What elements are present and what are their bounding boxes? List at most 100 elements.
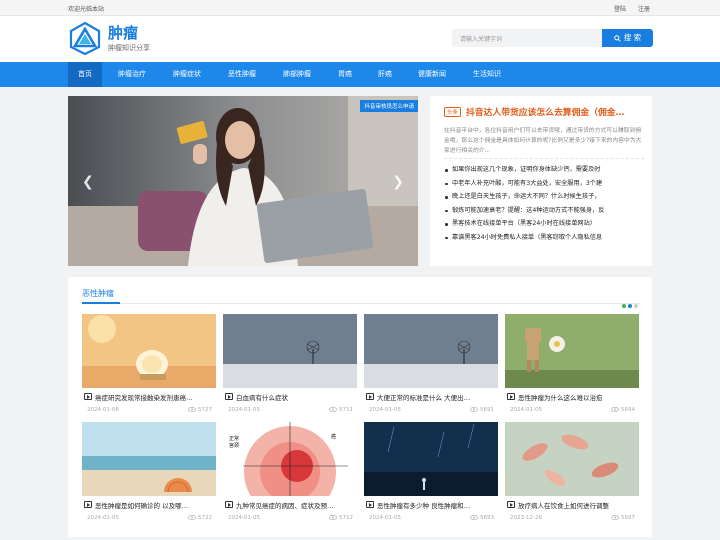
card-views: 5697	[611, 514, 635, 521]
card-title[interactable]: 癌症研究发现常接触染发剂患癌…	[82, 392, 216, 402]
search-button-label: 搜 索	[623, 33, 642, 42]
headline-panel: 头条 抖音达人带货应该怎么去算佣金（佣金… 在抖音平台中，各位抖音用户们可以去带…	[430, 96, 652, 266]
card-title[interactable]: 恶性肿瘤是如何确诊的 以及哪…	[82, 500, 216, 510]
logo-icon[interactable]	[68, 21, 102, 55]
card-date: 2024-01-05	[369, 407, 401, 413]
card-title[interactable]: 恶性肿瘤为什么这么难以治愈	[505, 392, 639, 402]
card-thumbnail	[82, 314, 216, 388]
headline-divider	[444, 158, 644, 159]
nav-item-life[interactable]: 生活知识	[465, 62, 509, 87]
eye-icon	[470, 514, 478, 521]
site-subtitle: 肿瘤知识分享	[108, 44, 150, 52]
card-date: 2024-01-05	[510, 407, 542, 413]
headline-badge: 头条	[444, 107, 462, 117]
hero-slider[interactable]: 抖音审核员怎么申请 ❮ ❯	[68, 96, 418, 266]
card-date: 2024-01-05	[228, 407, 260, 413]
card-views: 5712	[329, 514, 353, 521]
card-views-count: 5691	[480, 407, 494, 413]
card-views-count: 5722	[198, 515, 212, 521]
nav-item-home[interactable]: 首页	[68, 62, 102, 87]
nav-item-treatment[interactable]: 肿瘤治疗	[110, 62, 154, 87]
card-views: 5691	[470, 406, 494, 413]
card-views-count: 5693	[480, 515, 494, 521]
card-date: 2023-12-26	[510, 515, 542, 521]
eye-icon	[188, 406, 196, 413]
article-card[interactable]: 恶性肿瘤有多少种 良性肿瘤和… 2024-01-05 5693	[364, 422, 498, 522]
headline-description: 在抖音平台中，各位抖音用户们可以去带货哦，通过带货的方式可以赚取到佣金哦，那么这…	[444, 128, 642, 154]
nav-item-liver[interactable]: 肝癌	[371, 62, 399, 87]
slider-next-icon[interactable]: ❯	[392, 174, 404, 190]
card-views: 5722	[188, 514, 212, 521]
nav-item-stomach[interactable]: 胃癌	[330, 62, 360, 87]
article-card[interactable]: 大便正常的标准是什么 大便出… 2024-01-05 5691	[364, 314, 498, 414]
article-card[interactable]: 放疗病人在饮食上如何进行调整 2023-12-26 5697	[505, 422, 639, 522]
login-link[interactable]: 登陆	[614, 6, 626, 13]
card-views-count: 5694	[621, 407, 635, 413]
diagram-label-cancer: 癌	[331, 433, 336, 440]
eye-icon	[188, 514, 196, 521]
article-card[interactable]: 恶性肿瘤为什么这么难以治愈 2024-01-05 5694	[505, 314, 639, 414]
eye-icon	[611, 406, 619, 413]
article-card[interactable]: 癌症研究发现常接触染发剂患癌… 2024-01-06 5727	[82, 314, 216, 414]
account-links: 登陆 注册	[604, 4, 650, 13]
register-link[interactable]: 注册	[638, 6, 650, 13]
site-name[interactable]: 肿瘤	[108, 22, 138, 43]
welcome-text: 欢迎光临本站	[68, 6, 105, 13]
article-card[interactable]: 正常 宫颈 癌 九种常见癌症的病因、症状及预… 2024-01-05 5712	[223, 422, 357, 522]
site-header: 肿瘤 肿瘤知识分享 请输入关键字词 搜 索	[0, 16, 720, 62]
list-item[interactable]: 晚上还是白天生孩子，命运大不同？什么时候生孩子，	[444, 190, 650, 204]
nav-item-lung[interactable]: 肺部肿瘤	[275, 62, 319, 87]
card-date: 2024-01-05	[369, 515, 401, 521]
card-title[interactable]: 大便正常的标准是什么 大便出…	[364, 392, 498, 402]
card-thumbnail	[223, 314, 357, 388]
card-date: 2024-01-05	[87, 515, 119, 521]
article-card[interactable]: 恶性肿瘤是如何确诊的 以及哪… 2024-01-05 5722	[82, 422, 216, 522]
nav-item-symptoms[interactable]: 肿瘤症状	[165, 62, 209, 87]
card-thumbnail	[505, 422, 639, 496]
slider-prev-icon[interactable]: ❮	[82, 174, 94, 190]
card-thumbnail	[505, 314, 639, 388]
list-item[interactable]: 如果你出现这几个现象，证明你身体缺少钙，需要及时	[444, 163, 650, 177]
nav-item-health-news[interactable]: 健康新闻	[410, 62, 454, 87]
eye-icon	[329, 514, 337, 521]
section-dots	[620, 293, 638, 312]
eye-icon	[329, 406, 337, 413]
card-thumbnail	[364, 422, 498, 496]
card-views-count: 5697	[621, 515, 635, 521]
list-item[interactable]: 锻炼可能加速衰老？提醒：这4种运动方式不能强身，反	[444, 204, 650, 218]
card-views: 5711	[329, 406, 353, 413]
diagram-label-normal: 正常	[229, 435, 239, 442]
card-title[interactable]: 白血病有什么症状	[223, 392, 357, 402]
list-item[interactable]: 中老年人补充叶酸，可能有3大益处，安全服用，3个建	[444, 177, 650, 191]
card-title[interactable]: 放疗病人在饮食上如何进行调整	[505, 500, 639, 510]
card-thumbnail	[82, 422, 216, 496]
list-item[interactable]: 黑客技术在线接单平台（黑客24小时在线接单网站）	[444, 217, 650, 231]
search-button[interactable]: 搜 索	[602, 29, 653, 47]
card-views-count: 5727	[198, 407, 212, 413]
card-views: 5694	[611, 406, 635, 413]
main-nav: 首页 肿瘤治疗 肿瘤症状 恶性肿瘤 肺部肿瘤 胃癌 肝癌 健康新闻 生活知识	[0, 62, 720, 87]
section-title[interactable]: 恶性肿瘤	[82, 288, 114, 299]
top-bar: 欢迎光临本站 登陆 注册	[0, 0, 720, 16]
section-underline	[82, 302, 120, 304]
headline-list: 如果你出现这几个现象，证明你身体缺少钙，需要及时 中老年人补充叶酸，可能有3大益…	[444, 163, 650, 245]
card-title[interactable]: 恶性肿瘤有多少种 良性肿瘤和…	[364, 500, 498, 510]
eye-icon	[611, 514, 619, 521]
card-date: 2024-01-05	[228, 515, 260, 521]
list-item[interactable]: 靠谱黑客24小时免费私人接单（黑客窃取个人隐私信息	[444, 231, 650, 245]
card-title[interactable]: 九种常见癌症的病因、症状及预…	[223, 500, 357, 510]
eye-icon	[470, 406, 478, 413]
malignant-section: 恶性肿瘤 癌症研究发现常接触染发剂患癌… 2024-01-06 5727 白血病…	[68, 277, 652, 537]
card-thumbnail: 正常 宫颈 癌	[223, 422, 357, 496]
search-input[interactable]: 请输入关键字词	[452, 29, 602, 47]
nav-item-malignant[interactable]: 恶性肿瘤	[220, 62, 264, 87]
section-divider	[82, 303, 640, 304]
slide-tag[interactable]: 抖音审核员怎么申请	[360, 100, 418, 112]
article-card[interactable]: 白血病有什么症状 2024-01-05 5711	[223, 314, 357, 414]
card-views-count: 5711	[339, 407, 353, 413]
headline-title[interactable]: 抖音达人带货应该怎么去算佣金（佣金…	[466, 105, 650, 118]
hero-image	[68, 96, 418, 266]
card-views: 5727	[188, 406, 212, 413]
card-views-count: 5712	[339, 515, 353, 521]
card-views: 5693	[470, 514, 494, 521]
